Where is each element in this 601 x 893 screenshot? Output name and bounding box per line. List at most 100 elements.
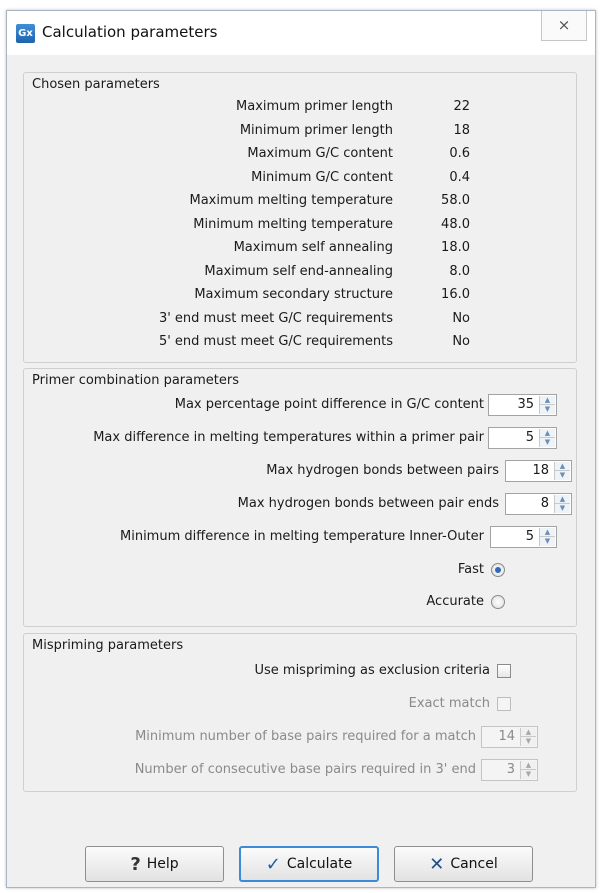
hbonds-ends-stepper[interactable]: ▲ ▼ bbox=[554, 495, 570, 513]
spin-down-icon[interactable]: ▼ bbox=[555, 471, 570, 480]
title-bar: Gx Calculation parameters ⨯ bbox=[7, 11, 595, 55]
spin-down-icon[interactable]: ▼ bbox=[521, 770, 536, 779]
primer-combination-title: Primer combination parameters bbox=[32, 373, 239, 388]
consecutive-base-pairs-stepper[interactable]: ▲ ▼ bbox=[520, 761, 536, 779]
calculate-button[interactable]: ✓ Calculate bbox=[239, 846, 379, 882]
hbonds-pairs-spinner[interactable]: 18 ▲ ▼ bbox=[505, 460, 572, 482]
chosen-param-label: 5' end must meet G/C requirements bbox=[158, 334, 393, 349]
accurate-radio[interactable] bbox=[491, 595, 505, 609]
hbonds-pairs-label: Max hydrogen bonds between pairs bbox=[266, 463, 499, 478]
spin-up-icon[interactable]: ▲ bbox=[540, 396, 555, 405]
hbonds-ends-value: 8 bbox=[540, 496, 549, 511]
spin-up-icon[interactable]: ▲ bbox=[540, 429, 555, 438]
cancel-icon: ✕ bbox=[429, 854, 445, 875]
chosen-parameters-title: Chosen parameters bbox=[32, 77, 160, 92]
exact-match-row[interactable]: Exact match bbox=[24, 693, 576, 715]
spin-up-icon[interactable]: ▲ bbox=[540, 528, 555, 537]
chosen-param-value: 0.4 bbox=[449, 169, 470, 185]
chosen-param-label: Maximum melting temperature bbox=[189, 193, 393, 208]
spin-up-icon[interactable]: ▲ bbox=[555, 462, 570, 471]
gc-difference-spinner[interactable]: 35 ▲ ▼ bbox=[488, 394, 557, 416]
tm-difference-spinner[interactable]: 5 ▲ ▼ bbox=[488, 427, 557, 449]
spin-down-icon[interactable]: ▼ bbox=[555, 504, 570, 513]
app-icon: Gx bbox=[16, 24, 35, 43]
gc-difference-stepper[interactable]: ▲ ▼ bbox=[539, 396, 555, 414]
min-base-pairs-spinner[interactable]: 14 ▲ ▼ bbox=[481, 726, 538, 748]
primer-combination-group: Primer combination parameters Max percen… bbox=[23, 368, 577, 627]
chosen-param-value: 18.0 bbox=[441, 240, 470, 255]
spin-down-icon[interactable]: ▼ bbox=[540, 405, 555, 414]
chosen-param-value: No bbox=[452, 334, 470, 349]
chosen-param-value: 8.0 bbox=[449, 263, 470, 279]
tm-difference-value: 5 bbox=[525, 430, 534, 445]
consecutive-base-pairs-spinner[interactable]: 3 ▲ ▼ bbox=[481, 759, 538, 781]
hbonds-ends-spinner[interactable]: 8 ▲ ▼ bbox=[505, 493, 572, 515]
use-mispriming-row[interactable]: Use mispriming as exclusion criteria bbox=[24, 660, 576, 682]
gc-difference-label: Max percentage point difference in G/C c… bbox=[174, 397, 484, 412]
close-button[interactable]: ⨯ bbox=[541, 11, 587, 41]
chosen-param-value: No bbox=[452, 310, 470, 326]
min-base-pairs-value: 14 bbox=[498, 729, 515, 744]
tm-difference-stepper[interactable]: ▲ ▼ bbox=[539, 429, 555, 447]
chosen-param-value: 16.0 bbox=[441, 287, 470, 302]
min-base-pairs-label: Minimum number of base pairs required fo… bbox=[135, 729, 476, 744]
spin-up-icon[interactable]: ▲ bbox=[555, 495, 570, 504]
hbonds-pairs-stepper[interactable]: ▲ ▼ bbox=[554, 462, 570, 480]
help-icon: ? bbox=[130, 854, 141, 875]
help-button-label: Help bbox=[146, 856, 179, 872]
exact-match-label: Exact match bbox=[408, 696, 490, 711]
chosen-param-label: Maximum primer length bbox=[236, 99, 393, 114]
inner-outer-stepper[interactable]: ▲ ▼ bbox=[539, 528, 555, 546]
chosen-param-value: 48.0 bbox=[441, 216, 470, 232]
inner-outer-label: Minimum difference in melting temperatur… bbox=[120, 529, 484, 544]
spin-down-icon[interactable]: ▼ bbox=[521, 737, 536, 746]
hbonds-ends-row: Max hydrogen bonds between pair ends 8 ▲… bbox=[24, 493, 576, 515]
cancel-button[interactable]: ✕ Cancel bbox=[394, 846, 533, 882]
tm-difference-row: Max difference in melting temperatures w… bbox=[24, 427, 576, 449]
use-mispriming-label: Use mispriming as exclusion criteria bbox=[254, 663, 490, 678]
fast-label: Fast bbox=[457, 562, 484, 577]
chosen-param-value: 22 bbox=[453, 99, 470, 114]
calculation-parameters-dialog: Gx Calculation parameters ⨯ Chosen param… bbox=[6, 10, 596, 888]
min-base-pairs-stepper[interactable]: ▲ ▼ bbox=[520, 728, 536, 746]
chosen-param-value: 58.0 bbox=[441, 193, 470, 208]
inner-outer-spinner[interactable]: 5 ▲ ▼ bbox=[490, 526, 557, 548]
dialog-title: Calculation parameters bbox=[42, 23, 218, 41]
chosen-param-label: Maximum self end-annealing bbox=[204, 263, 393, 279]
chosen-param-label: 3' end must meet G/C requirements bbox=[158, 310, 393, 326]
use-mispriming-checkbox[interactable] bbox=[497, 664, 511, 678]
chosen-param-label: Maximum secondary structure bbox=[194, 287, 393, 302]
mispriming-group: Mispriming parameters Use mispriming as … bbox=[23, 633, 577, 792]
accurate-option-row[interactable]: Accurate bbox=[24, 591, 576, 613]
chosen-param-label: Minimum melting temperature bbox=[193, 216, 393, 232]
inner-outer-row: Minimum difference in melting temperatur… bbox=[24, 526, 576, 548]
chosen-param-label: Minimum G/C content bbox=[251, 169, 393, 185]
consecutive-base-pairs-row: Number of consecutive base pairs require… bbox=[24, 759, 576, 781]
calculate-button-label: Calculate bbox=[286, 856, 353, 872]
spin-up-icon[interactable]: ▲ bbox=[521, 728, 536, 737]
chosen-param-value: 0.6 bbox=[449, 146, 470, 161]
gc-difference-row: Max percentage point difference in G/C c… bbox=[24, 394, 576, 416]
fast-option-row[interactable]: Fast bbox=[24, 559, 576, 581]
check-icon: ✓ bbox=[265, 854, 281, 875]
exact-match-checkbox[interactable] bbox=[497, 697, 511, 711]
hbonds-pairs-value: 18 bbox=[532, 463, 549, 478]
close-icon: ⨯ bbox=[557, 16, 571, 34]
consecutive-base-pairs-value: 3 bbox=[506, 762, 515, 777]
consecutive-base-pairs-label: Number of consecutive base pairs require… bbox=[134, 762, 476, 777]
hbonds-ends-label: Max hydrogen bonds between pair ends bbox=[237, 496, 499, 511]
fast-radio[interactable] bbox=[491, 563, 505, 577]
accurate-label: Accurate bbox=[426, 594, 484, 609]
spin-up-icon[interactable]: ▲ bbox=[521, 761, 536, 770]
mispriming-title: Mispriming parameters bbox=[32, 638, 184, 653]
chosen-param-label: Maximum G/C content bbox=[247, 146, 393, 161]
min-base-pairs-row: Minimum number of base pairs required fo… bbox=[24, 726, 576, 748]
spin-down-icon[interactable]: ▼ bbox=[540, 537, 555, 546]
chosen-param-label: Maximum self annealing bbox=[233, 240, 393, 255]
tm-difference-label: Max difference in melting temperatures w… bbox=[93, 430, 484, 445]
inner-outer-value: 5 bbox=[525, 529, 534, 544]
help-button[interactable]: ? Help bbox=[85, 846, 224, 882]
spin-down-icon[interactable]: ▼ bbox=[540, 438, 555, 447]
chosen-param-value: 18 bbox=[453, 122, 470, 138]
chosen-parameters-group: Chosen parameters Maximum primer length 2… bbox=[23, 72, 577, 363]
